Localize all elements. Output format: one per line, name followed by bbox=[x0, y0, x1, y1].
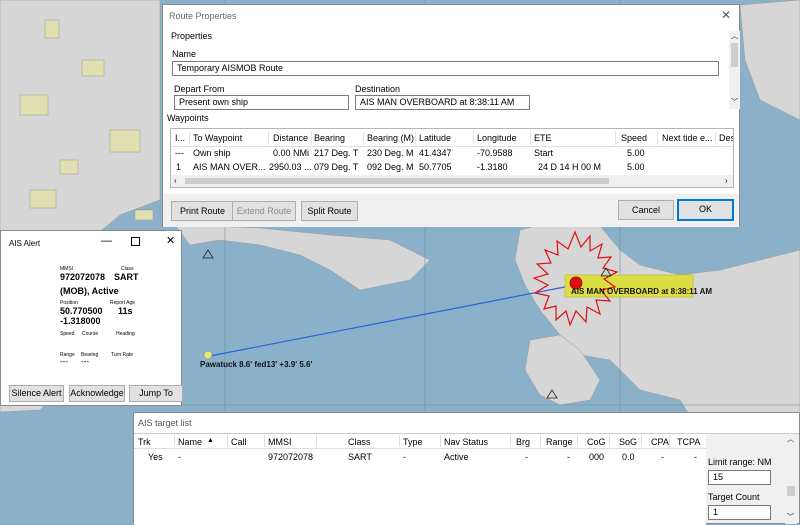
target-count-label: Target Count bbox=[708, 492, 760, 502]
destination-input[interactable]: AIS MAN OVERBOARD at 8:38:11 AM bbox=[355, 95, 530, 110]
col-longitude[interactable]: Longitude bbox=[477, 133, 517, 143]
scroll-right-icon[interactable]: › bbox=[725, 176, 728, 185]
col-sog[interactable]: SoG bbox=[619, 437, 637, 447]
close-icon[interactable]: ✕ bbox=[166, 234, 175, 247]
properties-scrollbar[interactable]: ︿ ﹀ bbox=[729, 31, 740, 109]
scroll-up-icon[interactable]: ︿ bbox=[731, 31, 738, 41]
col-range[interactable]: Range bbox=[546, 437, 573, 447]
ais-alert-window: AIS Alert — ✕ MMSI 972072078 Class SART … bbox=[0, 230, 183, 406]
scroll-down-icon[interactable]: ﹀ bbox=[731, 97, 738, 107]
bearing-value: --- bbox=[81, 357, 89, 366]
turn-rate-label: Turn Rate bbox=[111, 352, 134, 358]
col-latitude[interactable]: Latitude bbox=[419, 133, 451, 143]
limit-range-input[interactable]: 15 bbox=[708, 470, 771, 485]
course-label: Course bbox=[82, 331, 99, 337]
col-distance[interactable]: Distance bbox=[273, 133, 308, 143]
col-name[interactable]: Name bbox=[178, 437, 202, 447]
col-trk[interactable]: Trk bbox=[138, 437, 151, 447]
scroll-up-icon[interactable]: ︿ bbox=[787, 434, 794, 444]
col-speed[interactable]: Speed bbox=[621, 133, 647, 143]
col-nav-status[interactable]: Nav Status bbox=[444, 437, 488, 447]
col-next-tide[interactable]: Next tide e... bbox=[662, 133, 713, 143]
latitude-value: 50.770500 bbox=[60, 306, 103, 316]
target-table: Trk Name ▲ Call MMSI Class Type Nav Stat… bbox=[134, 434, 706, 525]
mob-label: AIS MAN OVERBOARD at 8:38:11 AM bbox=[571, 287, 713, 296]
scroll-left-icon[interactable]: ‹ bbox=[174, 176, 177, 185]
destination-label: Destination bbox=[355, 84, 401, 94]
target-list-titlebar: AIS target list bbox=[134, 413, 799, 434]
name-label: Name bbox=[172, 49, 197, 59]
target-count-field: 1 bbox=[708, 505, 771, 520]
table-row[interactable]: --- Own ship 0.00 NMi 217 Deg. T 230 Deg… bbox=[171, 146, 733, 160]
speed-label: Speed bbox=[60, 331, 75, 337]
extend-route-button[interactable]: Extend Route bbox=[232, 201, 296, 221]
col-bearing[interactable]: Bearing bbox=[314, 133, 345, 143]
sort-up-icon: ▲ bbox=[207, 437, 214, 444]
maximize-icon[interactable] bbox=[131, 237, 140, 246]
dialog-title: Route Properties bbox=[169, 11, 237, 21]
scroll-down-icon[interactable]: ﹀ bbox=[787, 512, 794, 522]
col-to-waypoint[interactable]: To Waypoint bbox=[193, 133, 242, 143]
scroll-thumb[interactable] bbox=[731, 43, 738, 67]
depart-from-label: Depart From bbox=[174, 84, 225, 94]
col-mmsi[interactable]: MMSI bbox=[268, 437, 292, 447]
target-list-title: AIS target list bbox=[138, 418, 192, 428]
table-row[interactable]: Yes - 972072078 SART - Active - - 000 0.… bbox=[134, 450, 706, 463]
mmsi-value: 972072078 bbox=[60, 272, 106, 282]
scroll-thumb[interactable] bbox=[787, 486, 795, 496]
route-name-input[interactable]: Temporary AISMOB Route bbox=[172, 61, 719, 76]
range-value: --- bbox=[60, 357, 68, 366]
col-bearing-m[interactable]: Bearing (M) bbox=[367, 133, 414, 143]
own-ship-label: Pawatuck 8.6' fed13' +3.9' 5.6' bbox=[200, 360, 313, 369]
acknowledge-button[interactable]: Acknowledge bbox=[69, 385, 125, 402]
target-list-scrollbar[interactable]: ︿ ﹀ bbox=[785, 434, 797, 524]
waypoints-hscrollbar[interactable]: ‹ › bbox=[171, 175, 733, 187]
longitude-value: -1.318000 bbox=[60, 316, 101, 326]
minimize-icon[interactable]: — bbox=[101, 235, 112, 247]
col-cog[interactable]: CoG bbox=[587, 437, 606, 447]
cancel-button[interactable]: Cancel bbox=[618, 200, 674, 220]
scroll-thumb[interactable] bbox=[185, 178, 609, 184]
waypoints-label: Waypoints bbox=[167, 113, 209, 123]
table-row[interactable]: 1 AIS MAN OVER... 2950.03 ... 079 Deg. T… bbox=[171, 160, 733, 174]
close-icon[interactable]: ✕ bbox=[721, 8, 731, 22]
waypoints-header: I... To Waypoint Distance Bearing Bearin… bbox=[171, 129, 733, 147]
col-des[interactable]: Des bbox=[719, 133, 733, 143]
col-ete[interactable]: ETE bbox=[534, 133, 552, 143]
ais-target-list-panel: AIS target list Trk Name ▲ Call MMSI Cla… bbox=[133, 412, 800, 525]
own-ship-marker bbox=[203, 350, 213, 360]
col-class[interactable]: Class bbox=[348, 437, 371, 447]
target-table-header: Trk Name ▲ Call MMSI Class Type Nav Stat… bbox=[134, 434, 706, 449]
print-route-button[interactable]: Print Route bbox=[171, 201, 234, 221]
split-route-button[interactable]: Split Route bbox=[301, 201, 358, 221]
report-age-value: 11s bbox=[118, 306, 133, 316]
col-tcpa[interactable]: TCPA bbox=[677, 437, 700, 447]
properties-group-label: Properties bbox=[171, 31, 213, 41]
ok-button[interactable]: OK bbox=[677, 199, 734, 221]
class-value: SART bbox=[114, 272, 139, 282]
heading-label: Heading bbox=[116, 331, 135, 337]
depart-from-input[interactable]: Present own ship bbox=[174, 95, 349, 110]
status-value: (MOB), Active bbox=[60, 286, 119, 296]
ais-alert-title: AIS Alert bbox=[9, 239, 41, 248]
jump-to-button[interactable]: Jump To bbox=[129, 385, 183, 402]
route-properties-dialog: Route Properties ✕ Properties Name Tempo… bbox=[162, 4, 740, 227]
col-index[interactable]: I... bbox=[175, 133, 185, 143]
waypoints-table: I... To Waypoint Distance Bearing Bearin… bbox=[170, 128, 734, 188]
limit-range-label: Limit range: NM bbox=[708, 457, 772, 467]
col-brg[interactable]: Brg bbox=[516, 437, 530, 447]
col-call[interactable]: Call bbox=[231, 437, 247, 447]
silence-alert-button[interactable]: Silence Alert bbox=[9, 385, 64, 402]
col-type[interactable]: Type bbox=[403, 437, 423, 447]
col-cpa[interactable]: CPA bbox=[651, 437, 669, 447]
